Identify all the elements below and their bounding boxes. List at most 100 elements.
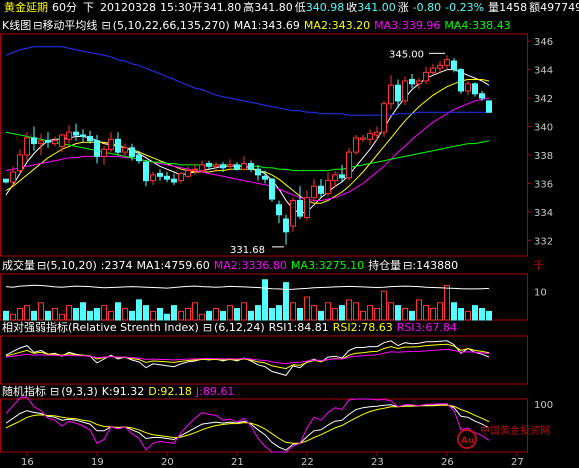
- volume-bar: [45, 310, 51, 321]
- candle-body: [45, 140, 51, 143]
- volume-bar: [304, 296, 310, 321]
- candle-body: [227, 164, 233, 167]
- rsi-line-rsi1: [5, 340, 490, 376]
- volume-bar: [262, 279, 268, 321]
- x-tick-label: 21: [231, 457, 244, 468]
- volume-bar: [157, 308, 163, 321]
- candle-body: [38, 140, 44, 145]
- candle-body: [52, 140, 58, 145]
- open-interest-line: [5, 284, 490, 291]
- volume-bar: [409, 310, 415, 321]
- candle-body: [59, 134, 65, 147]
- volume-bar: [381, 290, 387, 321]
- candle-body: [458, 69, 464, 92]
- watermark-logo: Au 中国黄金投资网: [457, 424, 550, 449]
- volume-bar: [339, 305, 345, 321]
- volume-bar: [185, 308, 191, 321]
- x-tick-label: 23: [371, 457, 384, 468]
- candle-body: [346, 151, 352, 179]
- candle-body: [206, 163, 212, 167]
- volume-bar: [290, 302, 296, 321]
- watermark-text: 中国黄金投资网: [480, 424, 550, 437]
- volume-bar: [59, 313, 65, 321]
- candle-body: [17, 154, 23, 172]
- chart-canvas: 黄金延期 60分下 20120328 15:30开341.80 高341.80 低340.…: [0, 0, 579, 468]
- candle-body: [332, 174, 338, 182]
- candle-body: [241, 163, 247, 170]
- candle-body: [101, 148, 107, 157]
- candle-body: [311, 185, 317, 199]
- price-tick-label: 344: [534, 66, 553, 77]
- candle-body: [388, 84, 394, 105]
- ma-line-ma2: [5, 79, 490, 204]
- volume-bar: [388, 302, 394, 321]
- kdj-tick-label: 100: [534, 400, 553, 411]
- ma-line-ma3: [5, 97, 490, 201]
- rsi-panel-legend: 相对强弱指标(Relative Strenth Index) ⊟ (6,12,24)…: [2, 320, 457, 334]
- candle-body: [479, 93, 485, 99]
- volume-bar: [122, 308, 128, 321]
- candle-body: [213, 164, 219, 167]
- candle-body: [360, 137, 366, 140]
- candle-body: [409, 79, 415, 85]
- candle-body: [143, 161, 149, 182]
- volume-bar: [248, 310, 254, 321]
- candle-body: [465, 83, 471, 92]
- volume-bar: [94, 308, 100, 321]
- header-instrument: 黄金延期 60分下 20120328 15:30开341.80 高341.80 低340.…: [4, 0, 579, 14]
- volume-bar: [451, 302, 457, 321]
- volume-bar: [115, 302, 121, 321]
- kdj-line-j: [5, 396, 490, 453]
- candle-body: [192, 168, 198, 171]
- volume-bar: [374, 308, 380, 321]
- volume-bar: [38, 302, 44, 321]
- kdj-panel-legend: 随机指标 ⊟ (9,3,3) K:91.32 D:92.18 J:89.61: [2, 384, 234, 398]
- candle-body: [416, 80, 422, 85]
- candle-body: [3, 178, 9, 183]
- candle-body: [283, 218, 289, 233]
- price-tick-label: 334: [534, 208, 553, 219]
- volume-bar: [136, 299, 142, 321]
- volume-bar: [31, 310, 37, 321]
- price-panel-legend: K线图 ⊟移动平均线 ⊟ (5,10,22,66,135,270) MA1:343.69…: [2, 18, 511, 32]
- candle-body: [437, 64, 443, 69]
- candle-body: [94, 140, 100, 157]
- volume-bar: [108, 310, 114, 321]
- candle-body: [136, 154, 142, 162]
- candle-body: [339, 174, 345, 179]
- candle-body: [150, 174, 156, 182]
- volume-bar: [80, 302, 86, 321]
- volume-bar: [206, 310, 212, 321]
- plot-layer: 332 334 336 338 340 342 344 346 10 100 16 19 20 21 22 2…: [0, 33, 553, 468]
- candle-body: [185, 170, 191, 177]
- volume-bar: [101, 305, 107, 321]
- x-tick-label: 16: [21, 457, 34, 468]
- volume-bar: [24, 305, 30, 321]
- volume-bar: [458, 308, 464, 321]
- candle-body: [430, 67, 436, 73]
- volume-bar: [73, 308, 79, 321]
- volume-bar: [465, 310, 471, 321]
- volume-bar: [479, 308, 485, 321]
- candle-body: [423, 71, 429, 82]
- volume-bar: [255, 305, 261, 321]
- svg-text:Au: Au: [461, 436, 474, 446]
- volume-bar: [472, 305, 478, 321]
- price-tick-label: 336: [534, 179, 553, 190]
- price-panel-frame: [0, 33, 528, 257]
- volume-bar: [234, 308, 240, 321]
- candle-body: [444, 59, 450, 66]
- volume-bar: [423, 305, 429, 321]
- volume-bar: [395, 305, 401, 321]
- volume-bar: [360, 310, 366, 321]
- price-tick-label: 340: [534, 123, 553, 134]
- candle-body: [353, 137, 359, 153]
- x-tick-label: 20: [161, 457, 174, 468]
- candle-body: [374, 131, 380, 136]
- candle-body: [402, 80, 408, 102]
- low-annotation: 331.68: [230, 245, 265, 256]
- candle-body: [255, 168, 261, 176]
- x-tick-label: 26: [441, 457, 454, 468]
- ma-line-ma1: [5, 69, 490, 214]
- volume-bar: [276, 305, 282, 321]
